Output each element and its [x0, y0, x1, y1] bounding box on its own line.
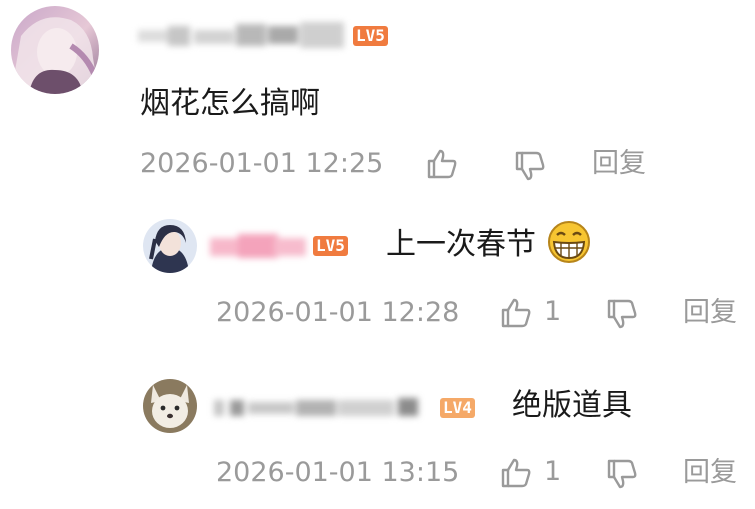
- thumb-down-icon[interactable]: [514, 150, 546, 182]
- username-blurred[interactable]: [214, 392, 430, 422]
- thumb-down-icon[interactable]: [606, 298, 638, 330]
- like-count: 1: [544, 296, 562, 327]
- reply-button[interactable]: 回复: [592, 147, 646, 181]
- thumb-up-icon[interactable]: [426, 148, 458, 180]
- grinning-face-icon: [546, 220, 592, 264]
- white-dog-avatar-image: [143, 379, 197, 433]
- username-blurred[interactable]: [210, 230, 306, 262]
- reply-timestamp: 2026-01-01 12:28: [216, 297, 460, 328]
- avatar[interactable]: [143, 219, 197, 273]
- level-badge: LV5: [353, 26, 388, 46]
- comment-text: 烟花怎么搞啊: [140, 86, 320, 121]
- username-blurred[interactable]: [138, 20, 344, 50]
- reply-button[interactable]: 回复: [683, 456, 737, 490]
- reply-text: 绝版道具: [512, 388, 632, 423]
- reply-timestamp: 2026-01-01 13:15: [216, 457, 460, 488]
- avatar[interactable]: [143, 379, 197, 433]
- comment-timestamp: 2026-01-01 12:25: [140, 148, 384, 179]
- anime-girl-avatar-image: [11, 6, 99, 94]
- thumb-up-icon[interactable]: [500, 457, 532, 489]
- thumb-up-icon[interactable]: [500, 297, 532, 329]
- level-badge: LV5: [313, 236, 348, 256]
- reply-text: 上一次春节: [386, 227, 536, 262]
- avatar[interactable]: [11, 6, 99, 94]
- reply-button[interactable]: 回复: [683, 296, 737, 330]
- like-count: 1: [544, 456, 562, 487]
- thumb-down-icon[interactable]: [606, 458, 638, 490]
- level-badge: LV4: [440, 398, 475, 418]
- anime-character-avatar-image: [143, 219, 197, 273]
